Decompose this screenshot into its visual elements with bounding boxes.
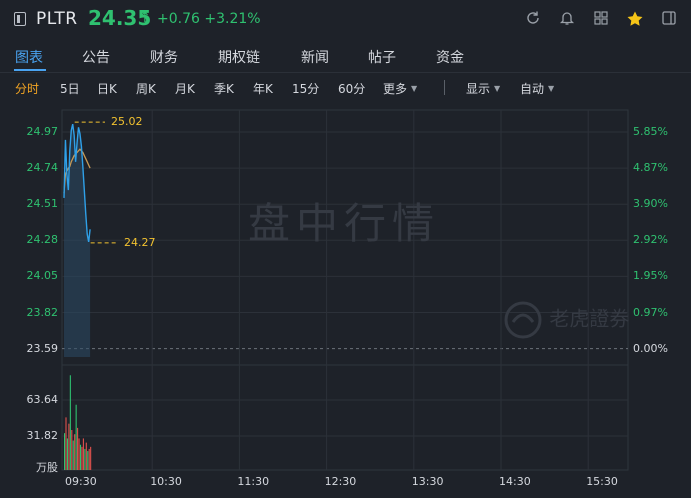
volume-bar <box>79 444 82 470</box>
volume-bar <box>84 448 86 470</box>
volume-bar <box>65 417 67 470</box>
price-axis-label: 24.28 <box>26 233 59 247</box>
brand-watermark-text: 老虎證券 <box>549 306 630 331</box>
volume-bars <box>64 375 92 470</box>
time-axis-label: 14:30 <box>499 475 531 488</box>
volume-bar <box>87 451 89 470</box>
volume-bar <box>90 446 92 470</box>
time-axis-label: 10:30 <box>150 475 182 488</box>
volume-bar <box>88 448 90 470</box>
volume-bar <box>77 427 79 470</box>
volume-bar <box>72 440 74 470</box>
brand-watermark: 老虎證券 <box>503 300 629 340</box>
volume-bar <box>81 446 83 470</box>
time-axis-label: 12:30 <box>324 475 357 488</box>
volume-bar <box>78 438 80 470</box>
percent-axis-label: 4.87% <box>633 161 668 175</box>
volume-bar <box>66 438 68 470</box>
volume-bar <box>74 434 76 470</box>
time-axis-label: 11:30 <box>237 475 270 488</box>
volume-bar <box>71 430 73 470</box>
price-axis-label: 23.82 <box>26 305 59 319</box>
price-axis-label: 24.74 <box>26 161 59 175</box>
chart-frame <box>61 109 629 471</box>
volume-unit-label: 万股 <box>36 461 58 474</box>
volume-bar <box>75 404 77 470</box>
watermark-text: 盘中行情 <box>248 199 441 248</box>
percent-axis-label: 1.95% <box>633 269 668 283</box>
price-axis-label: 24.97 <box>26 125 59 138</box>
volume-axis-label: 63.64 <box>26 393 59 406</box>
percent-axis-label: 3.90% <box>633 197 668 211</box>
percent-axis-label: 0.97% <box>633 305 668 319</box>
price-axis-label: 24.05 <box>26 269 59 283</box>
low-price-label: 24.27 <box>124 235 156 249</box>
percent-axis-label: 0.00% <box>633 341 668 355</box>
chart-grid <box>61 109 629 471</box>
volume-bar <box>64 433 66 470</box>
volume-bar <box>69 375 71 470</box>
percent-axis-label: 5.85% <box>633 125 668 138</box>
time-axis-label: 13:30 <box>411 475 444 488</box>
price-axis-label: 24.51 <box>26 197 59 211</box>
volume-bar <box>85 442 87 470</box>
volume-bar <box>82 438 84 470</box>
price-axis-label: 23.59 <box>26 341 59 355</box>
percent-axis-label: 2.92% <box>633 233 668 247</box>
volume-axis-label: 31.82 <box>26 429 59 442</box>
time-axis-label: 09:30 <box>65 475 97 488</box>
time-axis-label: 15:30 <box>586 475 618 488</box>
volume-bar <box>68 423 70 470</box>
high-price-label: 25.02 <box>111 115 143 129</box>
